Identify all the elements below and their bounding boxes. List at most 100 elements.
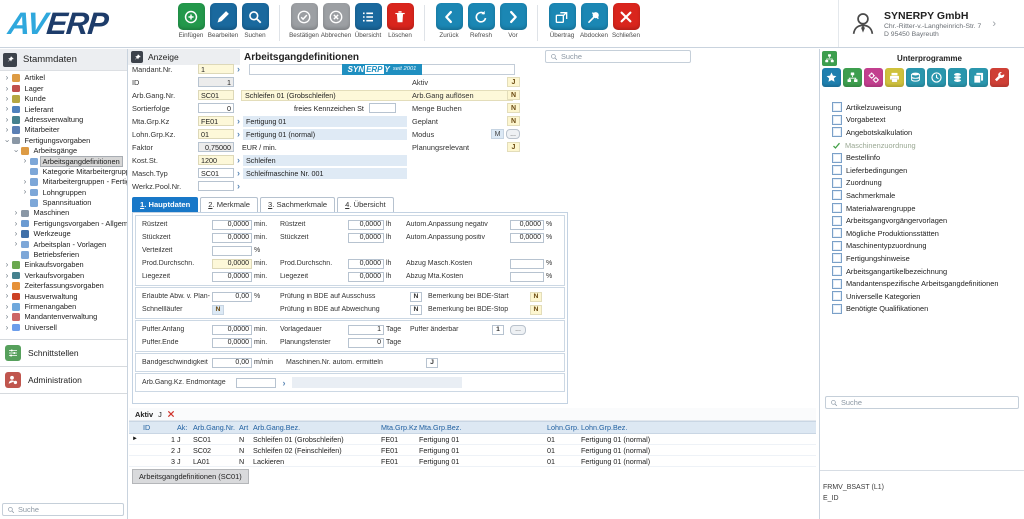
main-search-input[interactable]: Suche	[545, 50, 691, 63]
tree-item-fertigungsvorgaben[interactable]: ›Fertigungsvorgaben	[0, 135, 127, 145]
subprogram-item-vorgabetext[interactable]: Vorgabetext	[832, 114, 1024, 127]
column-header-mta-grp-bez[interactable]: Mta.Grp.Bez.	[419, 423, 545, 432]
flag-field[interactable]: N	[410, 292, 426, 302]
form-field[interactable]: 0,0000	[348, 259, 384, 269]
uebersicht-button[interactable]: Übersicht	[353, 3, 383, 39]
tree-item-betriebsferien[interactable]: Betriebsferien	[0, 250, 127, 260]
tree-item-artikel[interactable]: ›Artikel	[0, 73, 127, 83]
lookup-arrow-icon[interactable]: ›	[278, 378, 290, 388]
lookup-arrow-icon[interactable]: ›	[234, 168, 243, 178]
expand-arrow-icon[interactable]: ›	[12, 240, 20, 248]
lookup-arrow-icon[interactable]: ›	[234, 116, 243, 126]
clear-filter-icon[interactable]	[167, 410, 175, 418]
subprogram-item-lieferbedingungen[interactable]: Lieferbedingungen	[832, 164, 1024, 177]
clock-button[interactable]	[927, 68, 946, 87]
form-field[interactable]: 0,0000	[212, 220, 252, 230]
wrench-button[interactable]	[990, 68, 1009, 87]
abdocken-button[interactable]: Abdocken	[579, 3, 609, 39]
expand-arrow-icon[interactable]: ›	[3, 85, 11, 93]
tree-item-fertigungsvorgaben-allgeme[interactable]: ›Fertigungsvorgaben - Allgeme	[0, 218, 127, 228]
column-header-arb-gang-bez[interactable]: Arb.Gang.Bez.	[253, 423, 379, 432]
arbgang-nr-field[interactable]: SC01	[198, 90, 234, 100]
checkbox-icon[interactable]	[832, 241, 842, 251]
checkbox-icon[interactable]	[832, 279, 842, 289]
flag-field[interactable]: J	[426, 358, 442, 368]
expand-arrow-icon[interactable]: ›	[3, 313, 11, 321]
expand-arrow-icon[interactable]: ›	[3, 261, 11, 269]
checkbox-icon[interactable]	[832, 228, 842, 238]
expand-arrow-icon[interactable]: ›	[12, 220, 20, 228]
tree-item-werkzeuge[interactable]: ›Werkzeuge	[0, 229, 127, 239]
window-tab[interactable]: Arbeitsgangdefinitionen (SC01)	[132, 469, 249, 484]
abbrechen-button[interactable]: Abbrechen	[321, 3, 351, 39]
tree-item-mandantenverwaltung[interactable]: ›Mandantenverwaltung	[0, 312, 127, 322]
subprogram-item-mandantenspezifische-arbeitsgangdefinitionen[interactable]: Mandantenspezifische Arbeitsgangdefiniti…	[832, 277, 1024, 290]
subprogram-item-materialwarengruppe[interactable]: Materialwarengruppe	[832, 202, 1024, 215]
form-field[interactable]: 0,0000	[348, 220, 384, 230]
form-field[interactable]: 0,0000	[212, 338, 252, 348]
form-field[interactable]: 0,00	[212, 292, 252, 302]
sidebar-section-schnittstellen[interactable]: Schnittstellen	[0, 339, 127, 366]
aktiv-flag-field[interactable]: J	[507, 77, 520, 87]
flag-field[interactable]: 1	[492, 325, 508, 335]
geplant-flag-field[interactable]: N	[507, 116, 520, 126]
tab-4-ubersicht[interactable]: 4. Übersicht	[337, 197, 394, 212]
werkz-pool-field[interactable]	[198, 181, 234, 191]
checkbox-icon[interactable]	[832, 165, 842, 175]
menge-flag-field[interactable]: N	[507, 103, 520, 113]
lohn-grp-field[interactable]: 01	[198, 129, 234, 139]
expand-arrow-icon[interactable]: ›	[3, 324, 11, 332]
subprogram-item-arbeitsgangartikelbezeichnung[interactable]: Arbeitsgangartikelbezeichnung	[832, 265, 1024, 278]
flag-field[interactable]: N	[212, 305, 252, 315]
column-header-ak[interactable]: Ak:	[177, 423, 191, 432]
freies-kennzeichen-field[interactable]	[369, 103, 396, 113]
tree-item-kunde[interactable]: ›Kunde	[0, 94, 127, 104]
lookup-arrow-icon[interactable]: ›	[234, 181, 243, 191]
expand-arrow-icon[interactable]: ›	[3, 116, 11, 124]
modus-field[interactable]: M	[491, 129, 504, 139]
subprogram-item-artikelzuweisung[interactable]: Artikelzuweisung	[832, 101, 1024, 114]
lookup-arrow-icon[interactable]: ›	[234, 129, 243, 139]
subprogram-item-mogliche-produktionsstatten[interactable]: Mögliche Produktionsstätten	[832, 227, 1024, 240]
form-field[interactable]: 0,0000	[510, 233, 544, 243]
tree-item-kategorie-mitarbeitergruppen[interactable]: Kategorie Mitarbeitergruppen	[0, 167, 127, 177]
tree-item-firmenangaben[interactable]: ›Firmenangaben	[0, 302, 127, 312]
uebertrag-button[interactable]: Übertrag	[547, 3, 577, 39]
masch-typ-field[interactable]: SC01	[198, 168, 234, 178]
tree-item-zeiterfassungsvorgaben[interactable]: ›Zeiterfassungsvorgaben	[0, 281, 127, 291]
tree-item-arbeitsplan-vorlagen[interactable]: ›Arbeitsplan - Vorlagen	[0, 239, 127, 249]
expand-arrow-icon[interactable]: ›	[21, 188, 29, 196]
modus-more-button[interactable]: ...	[506, 129, 520, 139]
gears-button[interactable]	[864, 68, 883, 87]
column-header-mta-grp-kz[interactable]: Mta.Grp.Kz	[381, 423, 417, 432]
subprogram-item-maschinenzuordnung[interactable]: Maschinenzuordnung	[832, 139, 1024, 152]
checkbox-icon[interactable]	[832, 216, 842, 226]
form-field[interactable]	[236, 378, 276, 388]
form-field[interactable]: 0	[348, 338, 384, 348]
form-field[interactable]: 0,0000	[348, 272, 384, 282]
expand-arrow-icon[interactable]: ›	[3, 126, 11, 134]
form-field[interactable]: 0,0000	[212, 272, 252, 282]
tree-item-einkaufsvorgaben[interactable]: ›Einkaufsvorgaben	[0, 260, 127, 270]
expand-arrow-icon[interactable]: ›	[12, 230, 20, 238]
star-button[interactable]	[822, 68, 841, 87]
tree-item-lohngruppen[interactable]: ›Lohngruppen	[0, 187, 127, 197]
bearbeiten-button[interactable]: Bearbeiten	[208, 3, 238, 39]
tab-2-merkmale[interactable]: 2. Merkmale	[200, 197, 258, 212]
checkbox-icon[interactable]	[832, 178, 842, 188]
table-row[interactable]: 2JSC02NSchleifen 02 (Feinschleifen)FE01F…	[129, 445, 816, 456]
column-header-lohn-grp-kz[interactable]: Lohn.Grp.Kz.	[547, 423, 579, 432]
expand-arrow-icon[interactable]: ›	[12, 209, 20, 217]
form-field[interactable]: 1	[348, 325, 384, 335]
pages-button[interactable]	[969, 68, 988, 87]
checkbox-icon[interactable]	[832, 291, 842, 301]
column-header-id[interactable]: ID	[143, 423, 175, 432]
subprograms-search-input[interactable]: Suche	[825, 396, 1019, 409]
loeschen-button[interactable]: Löschen	[385, 3, 415, 39]
column-header-art[interactable]: Art	[239, 423, 251, 432]
einfuegen-button[interactable]: Einfügen	[176, 3, 206, 39]
mandant-nr-field[interactable]: 1	[198, 64, 234, 74]
schliessen-button[interactable]: Schließen	[611, 3, 641, 39]
printer-button[interactable]	[885, 68, 904, 87]
column-header-arb-gang-nr[interactable]: Arb.Gang.Nr.	[193, 423, 237, 432]
